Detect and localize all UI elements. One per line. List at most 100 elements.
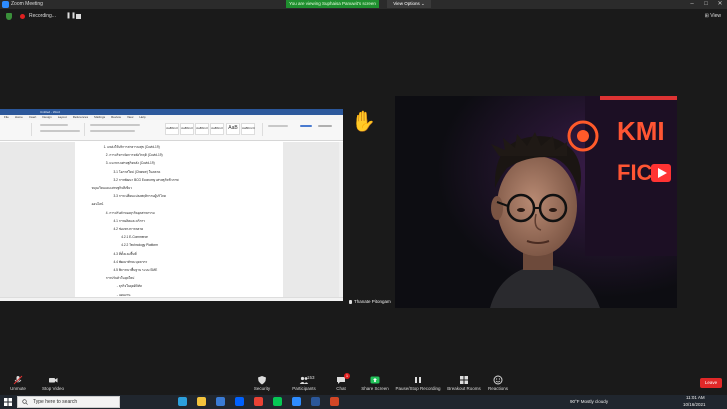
word-document-title: Untitled - Word: [40, 110, 60, 114]
paragraph-row-1[interactable]: [90, 124, 140, 126]
font-format-row[interactable]: [40, 130, 80, 132]
taskbar-search-input[interactable]: Type here to search: [17, 396, 120, 408]
unmute-button[interactable]: Unmute: [4, 372, 32, 394]
reactions-icon: [493, 375, 503, 385]
font-selector[interactable]: [40, 124, 68, 126]
weather-widget[interactable]: 90°F Mostly cloudy: [570, 399, 608, 404]
leave-button[interactable]: Leave: [700, 378, 722, 388]
banner-logo-text-1: KMI: [617, 116, 665, 146]
clipboard-group: [2, 123, 32, 136]
style-heading-1[interactable]: AaBbCcI: [195, 123, 209, 135]
maximize-button[interactable]: □: [699, 0, 713, 9]
view-button[interactable]: ⊞ View: [705, 12, 721, 21]
style-heading-2[interactable]: AaBbCcI: [210, 123, 224, 135]
document-page[interactable]: 1. แหล่งให้บริการสาธารณสุข (Covid-19) 2. …: [75, 142, 283, 301]
share-screen-icon: [370, 376, 380, 384]
styles-group-divider: [262, 123, 263, 136]
document-line: 4.4 พัฒนาทักษะบุคลากร: [113, 259, 148, 264]
word-icon[interactable]: [311, 397, 320, 406]
line-icon[interactable]: [273, 397, 282, 406]
vertical-scrollbar[interactable]: [339, 142, 343, 301]
word-ribbon: AaBbCcI AaBbCcI AaBbCcI AaBbCcI AaB AaBb…: [0, 120, 343, 141]
chat-label: Chat: [336, 386, 346, 391]
document-line: 3. แนวทางเศรษฐกิจหลัง (Covid-19): [105, 161, 155, 166]
chrome-icon[interactable]: [254, 397, 263, 406]
document-line: 1. แหล่งให้บริการสาธารณสุข (Covid-19): [103, 145, 160, 149]
participant-name: Thanate Pitongam: [354, 299, 391, 304]
zoom-icon[interactable]: [292, 397, 301, 406]
stop-video-label: Stop Video: [42, 386, 64, 391]
store-icon[interactable]: [216, 397, 225, 406]
style-normal[interactable]: AaBbCcI: [165, 123, 179, 135]
breakout-rooms-label: Breakout Rooms: [447, 386, 481, 391]
document-line: 4.2.2 Technology Platform: [121, 243, 158, 248]
edge-icon[interactable]: [178, 397, 187, 406]
zoom-app-icon: [2, 1, 9, 8]
participants-button[interactable]: Participants: [288, 372, 320, 394]
document-area: 1. แหล่งให้บริการสาธารณสุข (Covid-19) 2. …: [0, 142, 343, 301]
title-bar: Zoom Meeting You are viewing Suphaisa Pa…: [0, 0, 727, 9]
document-line: 2. การบริหารจัดการหลังวิกฤติ (Covid-19): [105, 153, 163, 158]
style-no-spacing[interactable]: AaBbCcI: [180, 123, 194, 135]
meeting-toolbar: Unmute Stop Video Security Participants …: [0, 372, 727, 394]
clock-time[interactable]: 11:01 AM: [686, 395, 705, 400]
participants-label: Participants: [292, 386, 316, 391]
raised-hand-icon: ✋: [351, 111, 376, 133]
security-label: Security: [253, 386, 271, 391]
style-subtitle[interactable]: AaBbCcC: [241, 123, 255, 135]
breakout-rooms-icon: [460, 376, 468, 384]
close-button[interactable]: ✕: [713, 0, 727, 9]
participants-count: 153: [307, 375, 315, 380]
video-icon: [49, 378, 58, 383]
minimize-button[interactable]: –: [685, 0, 699, 9]
view-options-button[interactable]: View Options ⌄: [387, 0, 431, 8]
document-line: 4.2 ช่องทางการตลาด: [113, 227, 144, 231]
share-screen-label: Share Screen: [361, 386, 389, 391]
security-button[interactable]: Security: [250, 372, 274, 394]
mic-icon: [349, 299, 352, 304]
shared-screen[interactable]: Untitled - Word File Home Insert Design …: [0, 109, 343, 301]
pause-stop-recording-label: Pause/Stop Recording: [395, 386, 441, 391]
speaker-video-frame: KMI FICH: [395, 96, 677, 308]
clock-date[interactable]: 10/16/2021: [683, 402, 706, 407]
reactions-button[interactable]: Reactions: [486, 372, 510, 394]
find-replace[interactable]: [268, 125, 288, 127]
document-line: 3.2 การพัฒนา BCG Economy เศรษฐกิจชีวภาพ: [113, 177, 179, 182]
document-line: - ธุรกิจในยุคดิจิทัล: [116, 284, 142, 289]
search-placeholder: Type here to search: [33, 399, 78, 405]
recording-dot-icon: [20, 14, 25, 19]
document-line: 4.3 ที่ตั้งและพื้นที่: [113, 251, 137, 256]
chat-badge: 1: [344, 373, 350, 379]
stop-icon[interactable]: [76, 14, 81, 19]
document-line: 3.3 การเปลี่ยนแปลงพฤติกรรมผู้บริโภค: [113, 194, 167, 199]
document-line: 4.1 การผลิตและบริการ: [113, 218, 146, 223]
breakout-rooms-button[interactable]: Breakout Rooms: [446, 372, 482, 394]
recording-label: Recording...: [29, 13, 56, 19]
zoom-window: { "window": { "title": "Zoom Meeting", "…: [0, 0, 727, 409]
dictate-button[interactable]: [300, 125, 312, 127]
file-explorer-icon[interactable]: [197, 397, 206, 406]
document-line: หมุนเวียนและเศรษฐกิจสีเขียว: [91, 186, 132, 190]
encryption-shield-icon[interactable]: [6, 13, 12, 20]
window-controls: – □ ✕: [685, 0, 727, 9]
style-title[interactable]: AaB: [226, 123, 240, 135]
unmute-label: Unmute: [10, 386, 26, 391]
pause-icon[interactable]: ❚❚: [66, 13, 76, 20]
windows-start-icon[interactable]: [4, 398, 12, 406]
paragraph-row-2[interactable]: [90, 130, 135, 132]
editor-button[interactable]: [318, 125, 332, 127]
document-line: 4.2.1 E-Commerce: [121, 235, 148, 240]
participant-video[interactable]: KMI FICH: [395, 96, 677, 308]
reactions-label: Reactions: [487, 386, 508, 391]
dropbox-icon[interactable]: [235, 397, 244, 406]
window-title: Zoom Meeting: [11, 1, 43, 7]
share-screen-button[interactable]: Share Screen: [360, 372, 390, 394]
windows-taskbar: Type here to search 90°F Mostly cloudy 1…: [0, 395, 727, 409]
powerpoint-icon[interactable]: [330, 397, 339, 406]
font-group-divider: [84, 123, 85, 136]
document-line: ออนไลน์: [91, 202, 104, 207]
pause-stop-recording-button[interactable]: Pause/Stop Recording: [394, 372, 442, 394]
word-title-bar: Untitled - Word: [0, 109, 343, 115]
stop-video-button[interactable]: Stop Video: [38, 372, 68, 394]
word-status-bar: [0, 297, 343, 301]
